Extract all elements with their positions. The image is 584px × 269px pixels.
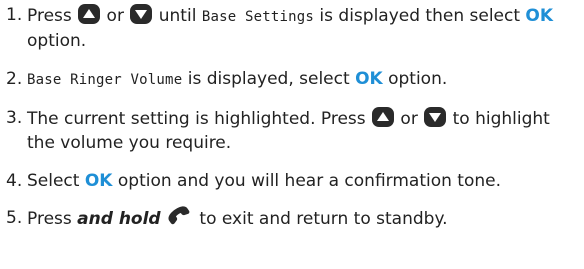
step-3: 3. The current setting is highlighted. P… <box>6 106 578 155</box>
step-number: 5. <box>6 208 23 228</box>
step-text: option. <box>382 69 448 89</box>
step-text: Select <box>27 171 85 191</box>
step-5: 5. Press and hold to exit and return to … <box>6 206 578 231</box>
step-text: Press <box>27 209 78 229</box>
down-arrow-key-icon <box>423 106 447 128</box>
step-text: option and you will hear a confirmation … <box>112 171 501 191</box>
step-text: or <box>101 6 130 26</box>
display-text: Base Settings <box>201 9 315 25</box>
ok-label: OK <box>84 171 113 191</box>
step-number: 4. <box>6 171 23 191</box>
down-arrow-key-icon <box>129 3 153 25</box>
step-text: to exit and return to standby. <box>194 209 448 229</box>
step-number: 3. <box>6 108 23 128</box>
up-arrow-key-icon <box>371 106 395 128</box>
step-text: option. <box>27 31 87 51</box>
step-number: 1. <box>6 5 23 25</box>
step-text: until <box>153 6 202 26</box>
emphasis-text: and hold <box>77 209 161 229</box>
step-2: 2. Base Ringer Volume is displayed, sele… <box>6 67 578 92</box>
end-call-handset-icon <box>166 206 194 228</box>
step-4: 4. Select OK option and you will hear a … <box>6 169 578 193</box>
ok-label: OK <box>355 69 383 89</box>
step-text: The current setting is highlighted. Pres… <box>27 109 372 129</box>
ok-label: OK <box>525 6 554 26</box>
step-text: Press <box>27 6 78 26</box>
step-number: 2. <box>6 69 23 89</box>
step-1: 1. Press or until Base Settings is displ… <box>6 3 578 53</box>
step-text: or <box>395 109 424 129</box>
step-text: is displayed, select <box>182 69 356 89</box>
display-text: Base Ringer Volume <box>27 72 183 88</box>
instruction-steps: 1. Press or until Base Settings is displ… <box>6 3 578 246</box>
up-arrow-key-icon <box>77 3 101 25</box>
step-text: is displayed then select <box>314 6 526 26</box>
